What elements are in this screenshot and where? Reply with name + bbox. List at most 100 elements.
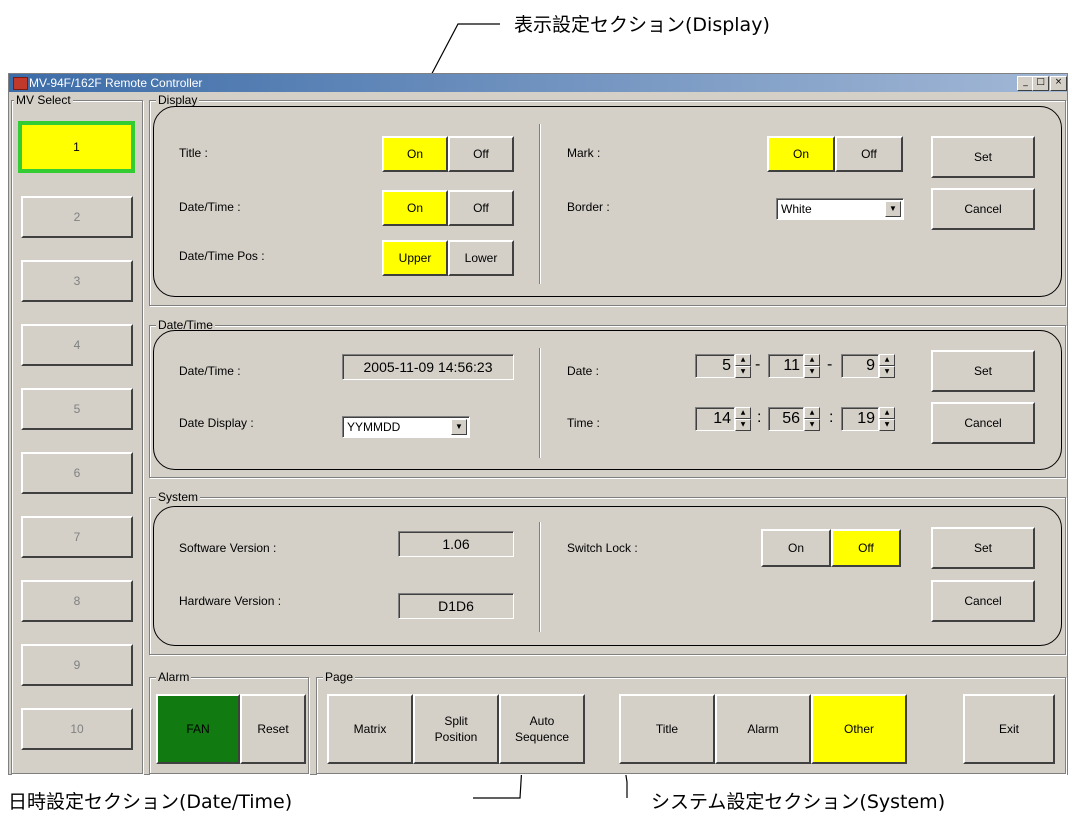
spin-up-icon[interactable]: ▲: [804, 407, 820, 419]
date-day-value: 9: [841, 354, 879, 378]
spin-down-icon[interactable]: ▼: [804, 366, 820, 378]
page-alarm-button[interactable]: Alarm: [715, 694, 811, 764]
display-datetime-pos-upper-button[interactable]: Upper: [382, 240, 448, 276]
system-group-label: System: [156, 490, 201, 504]
date-display-value: YYMMDD: [347, 420, 401, 434]
spin-up-icon[interactable]: ▲: [735, 354, 751, 366]
exit-button[interactable]: Exit: [963, 694, 1055, 764]
spin-down-icon[interactable]: ▼: [735, 366, 751, 378]
display-cancel-button[interactable]: Cancel: [931, 188, 1035, 230]
mv-select-button-5[interactable]: 5: [21, 388, 133, 430]
display-border-value: White: [781, 202, 812, 216]
system-separator: [539, 522, 541, 632]
date-year-value: 5: [695, 354, 735, 378]
time-minute-value: 56: [768, 407, 804, 431]
spin-down-icon[interactable]: ▼: [804, 419, 820, 431]
display-separator: [539, 124, 541, 284]
spin-up-icon[interactable]: ▲: [879, 354, 895, 366]
datetime-separator: [539, 348, 541, 458]
time-minute-spinner[interactable]: 56 ▲ ▼: [768, 407, 824, 431]
page-matrix-button[interactable]: Matrix: [327, 694, 413, 764]
display-datetime-pos-label: Date/Time Pos :: [179, 249, 265, 263]
switch-lock-label: Switch Lock :: [567, 541, 638, 555]
date-month-value: 11: [768, 354, 804, 378]
date-display-select[interactable]: YYMMDD ▼: [342, 416, 470, 438]
maximize-button[interactable]: □: [1032, 76, 1049, 91]
window-title: MV-94F/162F Remote Controller: [29, 76, 203, 90]
datetime-label: Date/Time :: [179, 364, 241, 378]
display-datetime-label: Date/Time :: [179, 200, 241, 214]
software-version-label: Software Version :: [179, 541, 277, 555]
display-mark-off-button[interactable]: Off: [835, 136, 903, 172]
mv-select-button-6[interactable]: 6: [21, 452, 133, 494]
system-cancel-button[interactable]: Cancel: [931, 580, 1035, 622]
display-datetime-off-button[interactable]: Off: [448, 190, 514, 226]
datetime-value-field: 2005-11-09 14:56:23: [342, 354, 514, 380]
spin-down-icon[interactable]: ▼: [735, 419, 751, 431]
time-label: Time :: [567, 416, 600, 430]
page-other-button[interactable]: Other: [811, 694, 907, 764]
time-separator-2: :: [829, 409, 834, 426]
display-border-label: Border :: [567, 200, 610, 214]
page-title-button[interactable]: Title: [619, 694, 715, 764]
time-separator-1: :: [757, 409, 762, 426]
hardware-version-label: Hardware Version :: [179, 594, 282, 608]
close-button[interactable]: ×: [1050, 76, 1067, 91]
spin-down-icon[interactable]: ▼: [879, 419, 895, 431]
display-section-annotation: 表示設定セクション(Display): [514, 14, 770, 36]
datetime-section-annotation: 日時設定セクション(Date/Time): [8, 791, 293, 813]
mv-select-button-7[interactable]: 7: [21, 516, 133, 558]
spin-down-icon[interactable]: ▼: [879, 366, 895, 378]
page-split-position-button[interactable]: Split Position: [413, 694, 499, 764]
display-title-on-button[interactable]: On: [382, 136, 448, 172]
display-title-off-button[interactable]: Off: [448, 136, 514, 172]
switch-lock-on-button[interactable]: On: [761, 529, 831, 567]
mv-select-button-10[interactable]: 10: [21, 708, 133, 750]
date-month-spinner[interactable]: 11 ▲ ▼: [768, 354, 824, 378]
page-group-label: Page: [323, 670, 356, 684]
time-hour-spinner[interactable]: 14 ▲ ▼: [695, 407, 751, 431]
alarm-group-label: Alarm: [156, 670, 192, 684]
display-border-select[interactable]: White ▼: [776, 198, 904, 220]
spin-up-icon[interactable]: ▲: [735, 407, 751, 419]
app-icon: [13, 77, 28, 90]
alarm-reset-button[interactable]: Reset: [240, 694, 306, 764]
system-section-outline: [153, 506, 1062, 646]
mv-select-button-4[interactable]: 4: [21, 324, 133, 366]
date-separator-1: -: [755, 356, 761, 373]
alarm-fan-button[interactable]: FAN: [156, 694, 240, 764]
display-group-label: Display: [156, 93, 200, 107]
remote-controller-window: MV-94F/162F Remote Controller _ □ × MV S…: [8, 73, 1068, 775]
display-datetime-pos-lower-button[interactable]: Lower: [448, 240, 514, 276]
system-section-annotation: システム設定セクション(System): [651, 791, 946, 813]
time-hour-value: 14: [695, 407, 735, 431]
date-label: Date :: [567, 364, 600, 378]
hardware-version-field: D1D6: [398, 593, 514, 619]
software-version-field: 1.06: [398, 531, 514, 557]
display-datetime-on-button[interactable]: On: [382, 190, 448, 226]
datetime-set-button[interactable]: Set: [931, 350, 1035, 392]
system-set-button[interactable]: Set: [931, 527, 1035, 569]
page-auto-sequence-button[interactable]: Auto Sequence: [499, 694, 585, 764]
date-day-spinner[interactable]: 9 ▲ ▼: [841, 354, 897, 378]
display-title-label: Title :: [179, 146, 208, 160]
display-mark-on-button[interactable]: On: [767, 136, 835, 172]
datetime-section-outline: [153, 330, 1062, 470]
mv-select-button-8[interactable]: 8: [21, 580, 133, 622]
time-second-value: 19: [841, 407, 879, 431]
chevron-down-icon[interactable]: ▼: [451, 419, 467, 435]
mv-select-button-1[interactable]: 1: [18, 121, 135, 173]
date-year-spinner[interactable]: 5 ▲ ▼: [695, 354, 751, 378]
mv-select-label: MV Select: [14, 93, 73, 107]
datetime-cancel-button[interactable]: Cancel: [931, 402, 1035, 444]
display-set-button[interactable]: Set: [931, 136, 1035, 178]
mv-select-button-9[interactable]: 9: [21, 644, 133, 686]
spin-up-icon[interactable]: ▲: [879, 407, 895, 419]
time-second-spinner[interactable]: 19 ▲ ▼: [841, 407, 897, 431]
chevron-down-icon[interactable]: ▼: [885, 201, 901, 217]
mv-select-button-3[interactable]: 3: [21, 260, 133, 302]
title-bar: MV-94F/162F Remote Controller _ □ ×: [9, 74, 1067, 92]
switch-lock-off-button[interactable]: Off: [831, 529, 901, 567]
mv-select-button-2[interactable]: 2: [21, 196, 133, 238]
spin-up-icon[interactable]: ▲: [804, 354, 820, 366]
